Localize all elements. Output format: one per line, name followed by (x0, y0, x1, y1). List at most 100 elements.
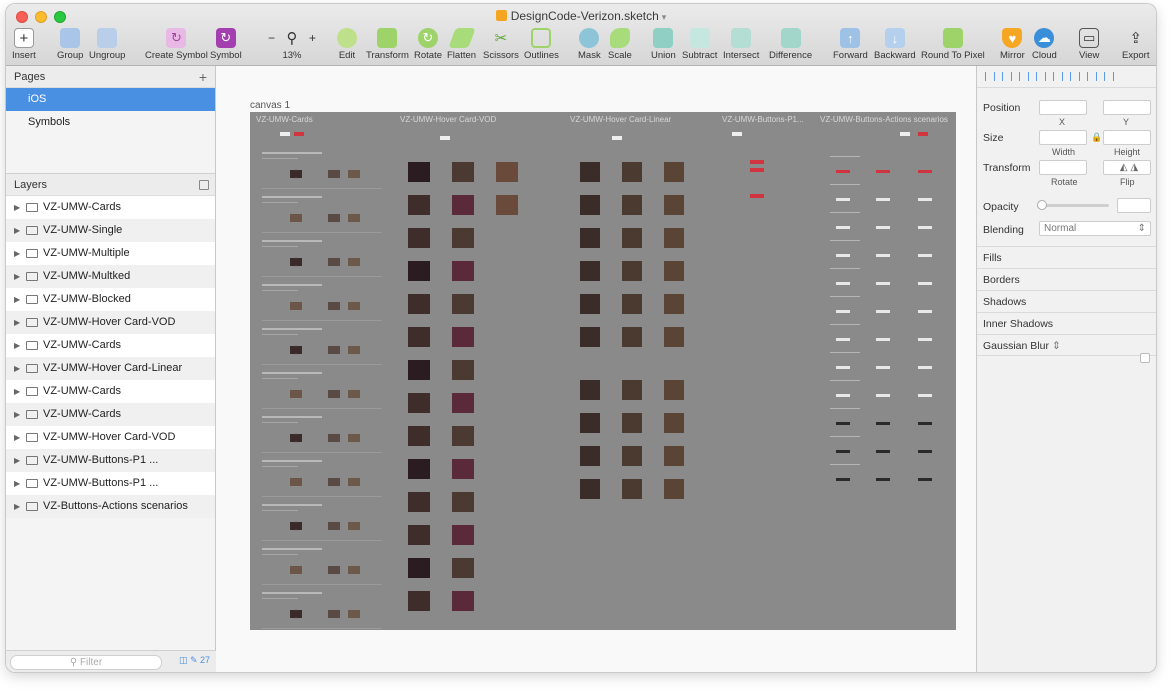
width-field[interactable] (1039, 130, 1087, 145)
shadows-section[interactable]: Shadows (977, 290, 1156, 312)
align-top-icon[interactable] (1036, 72, 1046, 81)
lock-ratio-icon[interactable]: 🔒 (1091, 132, 1102, 143)
disclosure-triangle-icon[interactable]: ▶ (14, 242, 26, 265)
mirror-button[interactable]: ♥ Mirror (1000, 28, 1025, 61)
artboard-title[interactable]: VZ-UMW-Cards (256, 115, 313, 124)
layer-row[interactable]: ▶ VZ-Buttons-Actions scenarios (6, 495, 215, 518)
create-symbol-button[interactable]: ↻ Create Symbol (145, 28, 208, 61)
mini-button (750, 168, 764, 172)
mini-card (622, 479, 642, 499)
scale-button[interactable]: Scale (608, 28, 632, 61)
subtract-button[interactable]: Subtract (682, 28, 717, 61)
layer-row[interactable]: ▶ VZ-UMW-Hover Card-VOD (6, 311, 215, 334)
layer-row[interactable]: ▶ VZ-UMW-Cards (6, 196, 215, 219)
artboard-title[interactable]: VZ-UMW-Buttons-P1... (722, 115, 804, 124)
opacity-slider-knob[interactable] (1037, 200, 1047, 210)
difference-button[interactable]: Difference (769, 28, 812, 61)
artboard-canvas[interactable]: VZ-UMW-Cards VZ-UMW-Hover Card-VOD VZ-UM… (250, 112, 956, 630)
collapse-layers-icon[interactable] (199, 180, 209, 190)
align-center-icon[interactable] (1002, 72, 1012, 81)
flip-buttons[interactable]: ◭ ◮ (1103, 160, 1151, 175)
opacity-slider[interactable] (1037, 200, 1109, 210)
fills-section[interactable]: Fills (977, 246, 1156, 268)
layer-row[interactable]: ▶ VZ-UMW-Blocked (6, 288, 215, 311)
inner-shadows-section[interactable]: Inner Shadows (977, 312, 1156, 334)
layer-row[interactable]: ▶ VZ-UMW-Multked (6, 265, 215, 288)
canvas-area[interactable]: canvas 1 VZ-UMW-Cards VZ-UMW-Hover Card-… (216, 66, 976, 672)
view-button[interactable]: ▭ View (1079, 28, 1099, 61)
layer-row[interactable]: ▶ VZ-UMW-Cards (6, 403, 215, 426)
mini-card (408, 426, 430, 446)
insert-button[interactable]: + Insert (12, 28, 36, 61)
page-item-symbols[interactable]: Symbols (6, 111, 215, 134)
edit-button[interactable]: Edit (337, 28, 357, 61)
union-button[interactable]: Union (651, 28, 676, 61)
intersect-button[interactable]: Intersect (723, 28, 759, 61)
zoom-in-button[interactable]: + (309, 31, 316, 45)
filter-input[interactable]: ⚲ Filter (10, 655, 162, 670)
scissors-button[interactable]: ✂ Scissors (483, 28, 519, 61)
layer-row[interactable]: ▶ VZ-UMW-Cards (6, 380, 215, 403)
transform-icon (377, 28, 398, 48)
layer-row[interactable]: ▶ VZ-UMW-Buttons-P1 ... (6, 472, 215, 495)
disclosure-triangle-icon[interactable]: ▶ (14, 495, 26, 518)
distribute-vertical-icon[interactable] (1104, 72, 1114, 81)
blending-select[interactable]: Normal ⇕ (1039, 221, 1151, 236)
artboard-title[interactable]: VZ-UMW-Buttons-Actions scenarios (820, 115, 948, 124)
forward-button[interactable]: ↑ Forward (833, 28, 868, 61)
mini-text-line (262, 372, 322, 374)
gaussian-blur-checkbox[interactable] (1140, 353, 1150, 363)
rotate-field[interactable] (1039, 160, 1087, 175)
height-field[interactable] (1103, 130, 1151, 145)
disclosure-triangle-icon[interactable]: ▶ (14, 219, 26, 242)
borders-section[interactable]: Borders (977, 268, 1156, 290)
page-item-ios[interactable]: iOS (6, 88, 215, 111)
mini-card (622, 294, 642, 314)
align-left-icon[interactable] (985, 72, 995, 81)
disclosure-triangle-icon[interactable]: ▶ (14, 357, 26, 380)
align-bottom-icon[interactable] (1070, 72, 1080, 81)
symbol-button[interactable]: ↻ Symbol (210, 28, 242, 61)
layer-row[interactable]: ▶ VZ-UMW-Cards (6, 334, 215, 357)
transform-button[interactable]: Transform (366, 28, 409, 61)
layer-row[interactable]: ▶ VZ-UMW-Buttons-P1 ... (6, 449, 215, 472)
artboard-title[interactable]: VZ-UMW-Hover Card-Linear (570, 115, 671, 124)
zoom-control[interactable]: − ⚲ + 13% (268, 28, 316, 61)
layer-row[interactable]: ▶ VZ-UMW-Hover Card-Linear (6, 357, 215, 380)
disclosure-triangle-icon[interactable]: ▶ (14, 311, 26, 334)
disclosure-triangle-icon[interactable]: ▶ (14, 380, 26, 403)
layer-row[interactable]: ▶ VZ-UMW-Single (6, 219, 215, 242)
opacity-field[interactable] (1117, 198, 1151, 213)
outlines-button[interactable]: Outlines (524, 28, 559, 61)
disclosure-triangle-icon[interactable]: ▶ (14, 334, 26, 357)
add-page-icon[interactable]: + (199, 66, 207, 88)
layer-row[interactable]: ▶ VZ-UMW-Hover Card-VOD (6, 426, 215, 449)
zoom-out-button[interactable]: − (268, 31, 275, 45)
gaussian-blur-section[interactable]: Gaussian Blur ⇕ (977, 334, 1156, 356)
cloud-button[interactable]: ☁ Cloud (1032, 28, 1057, 61)
disclosure-triangle-icon[interactable]: ▶ (14, 196, 26, 219)
align-middle-icon[interactable] (1053, 72, 1063, 81)
disclosure-triangle-icon[interactable]: ▶ (14, 449, 26, 472)
group-button[interactable]: Group (57, 28, 83, 61)
disclosure-triangle-icon[interactable]: ▶ (14, 288, 26, 311)
ungroup-button[interactable]: Ungroup (89, 28, 125, 61)
round-to-pixel-button[interactable]: Round To Pixel (921, 28, 985, 61)
artboard-title[interactable]: VZ-UMW-Hover Card-VOD (400, 115, 496, 124)
disclosure-triangle-icon[interactable]: ▶ (14, 426, 26, 449)
flatten-button[interactable]: Flatten (447, 28, 476, 61)
mask-button[interactable]: Mask (578, 28, 601, 61)
export-button[interactable]: ⇪ Export (1122, 28, 1149, 61)
layer-row[interactable]: ▶ VZ-UMW-Multiple (6, 242, 215, 265)
position-x-field[interactable] (1039, 100, 1087, 115)
position-y-field[interactable] (1103, 100, 1151, 115)
align-right-icon[interactable] (1019, 72, 1029, 81)
disclosure-triangle-icon[interactable]: ▶ (14, 265, 26, 288)
ungroup-icon (97, 28, 118, 48)
document-title[interactable]: DesignCode-Verizon.sketch ▾ (6, 9, 1156, 23)
rotate-button[interactable]: ↻ Rotate (414, 28, 442, 61)
distribute-horizontal-icon[interactable] (1087, 72, 1097, 81)
disclosure-triangle-icon[interactable]: ▶ (14, 403, 26, 426)
backward-button[interactable]: ↓ Backward (874, 28, 916, 61)
disclosure-triangle-icon[interactable]: ▶ (14, 472, 26, 495)
